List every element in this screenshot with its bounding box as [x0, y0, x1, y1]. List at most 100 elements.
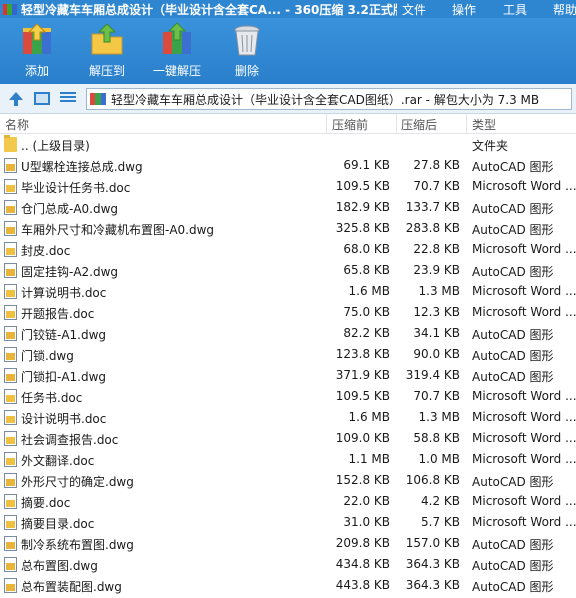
file-packed-size: 1.6 MB: [348, 410, 390, 424]
doc-file-icon: [4, 242, 17, 257]
file-row[interactable]: 车厢外尺寸和冷藏机布置图-A0.dwg 325.8 KB 283.8 KB AutoC…: [0, 218, 576, 239]
file-name: 总布置装配图.dwg: [21, 580, 122, 594]
column-name[interactable]: 名称: [5, 116, 29, 133]
dwg-file-icon: [4, 326, 17, 341]
file-packed-size: 68.0 KB: [343, 242, 390, 256]
file-row[interactable]: 固定挂钩-A2.dwg 65.8 KB 23.9 KB AutoCAD 图形: [0, 260, 576, 281]
menu-help[interactable]: 帮助: [553, 1, 576, 18]
file-row[interactable]: 外文翻译.doc 1.1 MB 1.0 MB Microsoft Word ...: [0, 449, 576, 470]
doc-file-icon: [4, 389, 17, 404]
trash-can-icon: [229, 22, 265, 58]
dwg-file-icon: [4, 263, 17, 278]
file-row[interactable]: 摘要.doc 22.0 KB 4.2 KB Microsoft Word ...: [0, 491, 576, 512]
file-type: AutoCAD 图形: [472, 202, 554, 216]
menu-file[interactable]: 文件: [402, 1, 426, 18]
doc-file-icon: [4, 494, 17, 509]
file-type: Microsoft Word ...: [472, 431, 576, 445]
dwg-file-icon: [4, 473, 17, 488]
doc-file-icon: [4, 179, 17, 194]
file-packed-size: 209.8 KB: [335, 536, 390, 550]
column-packed[interactable]: 压缩前: [332, 116, 368, 133]
file-row[interactable]: 外形尺寸的确定.dwg 152.8 KB 106.8 KB AutoCAD 图形: [0, 470, 576, 491]
file-unpacked-size: 90.0 KB: [413, 347, 460, 361]
file-type: AutoCAD 图形: [472, 580, 554, 594]
file-row[interactable]: 制冷系统布置图.dwg 209.8 KB 157.0 KB AutoCAD 图形: [0, 533, 576, 554]
delete-button[interactable]: 删除: [217, 22, 277, 82]
file-row[interactable]: 摘要目录.doc 31.0 KB 5.7 KB Microsoft Word ...: [0, 512, 576, 533]
dwg-file-icon: [4, 557, 17, 572]
file-type: AutoCAD 图形: [472, 265, 554, 279]
file-packed-size: 443.8 KB: [335, 578, 390, 592]
file-packed-size: 371.9 KB: [335, 368, 390, 382]
file-name: 设计说明书.doc: [21, 412, 107, 426]
file-type: AutoCAD 图形: [472, 475, 554, 489]
file-name: 计算说明书.doc: [21, 286, 107, 300]
file-unpacked-size: 4.2 KB: [421, 494, 460, 508]
file-name: 任务书.doc: [21, 391, 83, 405]
file-row[interactable]: 门铰链-A1.dwg 82.2 KB 34.1 KB AutoCAD 图形: [0, 323, 576, 344]
file-name: 社会调查报告.doc: [21, 433, 119, 447]
file-unpacked-size: 23.9 KB: [413, 263, 460, 277]
dwg-file-icon: [4, 158, 17, 173]
file-row[interactable]: 封皮.doc 68.0 KB 22.8 KB Microsoft Word ...: [0, 239, 576, 260]
list-view-icon[interactable]: [60, 92, 76, 106]
extract-to-button[interactable]: 解压到: [77, 22, 137, 82]
file-name: 总布置图.dwg: [21, 559, 98, 573]
file-packed-size: 325.8 KB: [335, 221, 390, 235]
file-row[interactable]: 设计说明书.doc 1.6 MB 1.3 MB Microsoft Word ...: [0, 407, 576, 428]
column-header: 名称 压缩前 压缩后 类型: [0, 114, 576, 134]
dwg-file-icon: [4, 200, 17, 215]
one-click-extract-icon: [159, 22, 195, 58]
file-row[interactable]: 计算说明书.doc 1.6 MB 1.3 MB Microsoft Word ...: [0, 281, 576, 302]
file-row[interactable]: .. (上级目录) 文件夹: [0, 134, 576, 155]
file-unpacked-size: 364.3 KB: [405, 578, 460, 592]
file-row[interactable]: 毕业设计任务书.doc 109.5 KB 70.7 KB Microsoft Word…: [0, 176, 576, 197]
menu-operations[interactable]: 操作: [452, 1, 476, 18]
file-name: 固定挂钩-A2.dwg: [21, 265, 119, 279]
thumbnail-view-icon[interactable]: [34, 92, 50, 105]
path-field[interactable]: 轻型冷藏车车厢总成设计（毕业设计含全套CAD图纸）.rar - 解包大小为 7.…: [86, 88, 572, 110]
file-type: Microsoft Word ...: [472, 305, 576, 319]
menu-tools[interactable]: 工具: [503, 1, 527, 18]
toolbar: 添加 解压到 一键解压 删除: [0, 18, 576, 84]
column-unpacked[interactable]: 压缩后: [401, 116, 437, 133]
file-row[interactable]: 仓门总成-A0.dwg 182.9 KB 133.7 KB AutoCAD 图形: [0, 197, 576, 218]
file-type: Microsoft Word ...: [472, 389, 576, 403]
column-type[interactable]: 类型: [472, 116, 496, 133]
file-unpacked-size: 1.0 MB: [418, 452, 460, 466]
file-name: 外文翻译.doc: [21, 454, 95, 468]
file-packed-size: 109.5 KB: [335, 389, 390, 403]
file-unpacked-size: 283.8 KB: [405, 221, 460, 235]
file-type: AutoCAD 图形: [472, 349, 554, 363]
file-unpacked-size: 364.3 KB: [405, 557, 460, 571]
file-row[interactable]: 总布置图.dwg 434.8 KB 364.3 KB AutoCAD 图形: [0, 554, 576, 575]
add-button[interactable]: 添加: [7, 22, 67, 82]
file-type: AutoCAD 图形: [472, 160, 554, 174]
file-row[interactable]: 总布置装配图.dwg 443.8 KB 364.3 KB AutoCAD 图形: [0, 575, 576, 596]
file-unpacked-size: 157.0 KB: [405, 536, 460, 550]
one-click-extract-button[interactable]: 一键解压: [147, 22, 207, 82]
file-type: Microsoft Word ...: [472, 284, 576, 298]
file-packed-size: 31.0 KB: [343, 515, 390, 529]
file-row[interactable]: 门锁.dwg 123.8 KB 90.0 KB AutoCAD 图形: [0, 344, 576, 365]
file-list: .. (上级目录) 文件夹 U型螺栓连接总成.dwg 69.1 KB 27.8 KB Au…: [0, 134, 576, 596]
file-name: 封皮.doc: [21, 244, 71, 258]
dwg-file-icon: [4, 578, 17, 593]
file-name: 摘要目录.doc: [21, 517, 95, 531]
file-type: 文件夹: [472, 139, 509, 153]
file-packed-size: 1.6 MB: [348, 284, 390, 298]
up-arrow-icon[interactable]: [8, 91, 24, 107]
file-row[interactable]: 开题报告.doc 75.0 KB 12.3 KB Microsoft Word ...: [0, 302, 576, 323]
file-packed-size: 22.0 KB: [343, 494, 390, 508]
file-row[interactable]: 社会调查报告.doc 109.0 KB 58.8 KB Microsoft Word …: [0, 428, 576, 449]
file-unpacked-size: 133.7 KB: [405, 200, 460, 214]
file-row[interactable]: 门锁扣-A1.dwg 371.9 KB 319.4 KB AutoCAD 图形: [0, 365, 576, 386]
file-unpacked-size: 27.8 KB: [413, 158, 460, 172]
dwg-file-icon: [4, 368, 17, 383]
file-unpacked-size: 5.7 KB: [421, 515, 460, 529]
file-row[interactable]: U型螺栓连接总成.dwg 69.1 KB 27.8 KB AutoCAD 图形: [0, 155, 576, 176]
archive-icon: [90, 92, 106, 106]
doc-file-icon: [4, 284, 17, 299]
file-row[interactable]: 任务书.doc 109.5 KB 70.7 KB Microsoft Word ...: [0, 386, 576, 407]
file-packed-size: 1.1 MB: [348, 452, 390, 466]
